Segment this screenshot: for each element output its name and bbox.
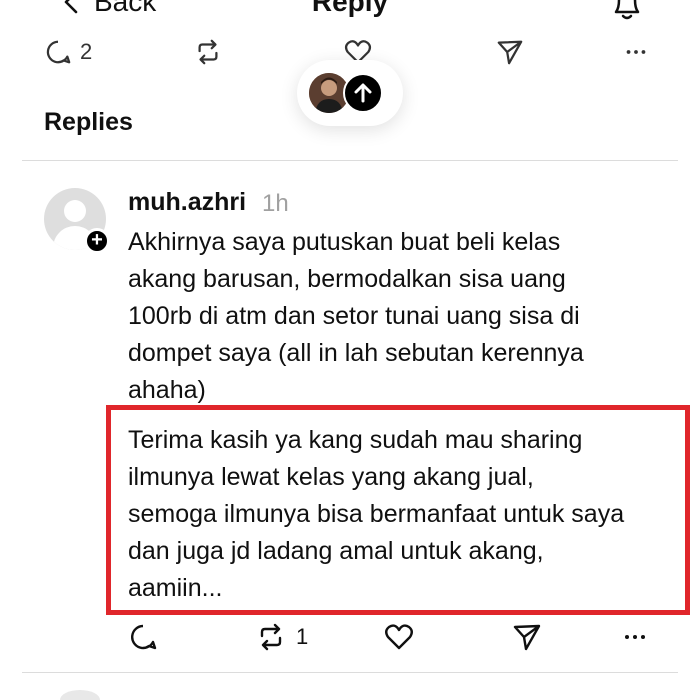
more-icon: [625, 635, 645, 639]
more-action[interactable]: [622, 38, 650, 66]
repost-icon: [198, 39, 218, 65]
repost-action[interactable]: 1: [256, 622, 308, 652]
highlight-line: ilmunya lewat kelas yang akang jual,: [128, 463, 534, 491]
reply-line: Akhirnya saya putuskan buat beli kelas: [128, 228, 561, 256]
highlight-line: semoga ilmunya bisa bermanfaat untuk say…: [128, 500, 625, 528]
share-icon: [513, 624, 541, 651]
more-icon: [626, 50, 646, 54]
comment-icon: [46, 40, 71, 64]
divider: [22, 672, 678, 673]
reply-text: Akhirnya saya putuskan buat beli kelas a…: [128, 224, 688, 409]
share-action[interactable]: [496, 38, 524, 66]
highlight-line: aamiin...: [128, 574, 223, 602]
highlighted-text: Terima kasih ya kang sudah mau sharing i…: [128, 422, 688, 607]
reply-actions: 1: [0, 622, 700, 656]
scroll-up-button[interactable]: [343, 73, 383, 113]
next-avatar-peek: [60, 690, 100, 700]
repost-count: 1: [296, 624, 309, 649]
reply-line: 100rb di atm dan setor tunai uang sisa d…: [128, 302, 580, 330]
heart-icon: [385, 624, 413, 650]
repost-icon: [260, 623, 282, 651]
replies-heading: Replies: [44, 108, 133, 136]
reply-count: 2: [80, 39, 93, 64]
like-action[interactable]: [384, 622, 414, 652]
bell-icon[interactable]: [610, 0, 644, 22]
more-action[interactable]: [620, 622, 650, 652]
reply-line: dompet saya (all in lah sebutan kerennya: [128, 339, 584, 367]
arrow-up-icon: [354, 83, 372, 103]
comment-action[interactable]: [128, 622, 158, 652]
highlight-line: dan juga jd ladang amal untuk akang,: [128, 537, 544, 565]
reply-line: ahaha): [128, 376, 206, 404]
page-title: Reply: [311, 0, 389, 17]
plus-icon[interactable]: +: [84, 228, 110, 254]
divider: [22, 160, 678, 161]
share-action[interactable]: [512, 622, 542, 652]
timestamp: 1h: [262, 190, 289, 217]
reply-line: akang barusan, bermodalkan sisa uang: [128, 265, 566, 293]
scroll-to-top-pill[interactable]: [297, 60, 403, 126]
share-icon: [497, 40, 523, 65]
comment-icon: [131, 624, 157, 650]
username[interactable]: muh.azhri: [128, 188, 246, 217]
comment-action[interactable]: 2: [44, 38, 92, 66]
top-nav: Back Reply: [0, 0, 700, 26]
repost-action[interactable]: [194, 38, 222, 66]
highlight-line: Terima kasih ya kang sudah mau sharing: [128, 426, 583, 454]
